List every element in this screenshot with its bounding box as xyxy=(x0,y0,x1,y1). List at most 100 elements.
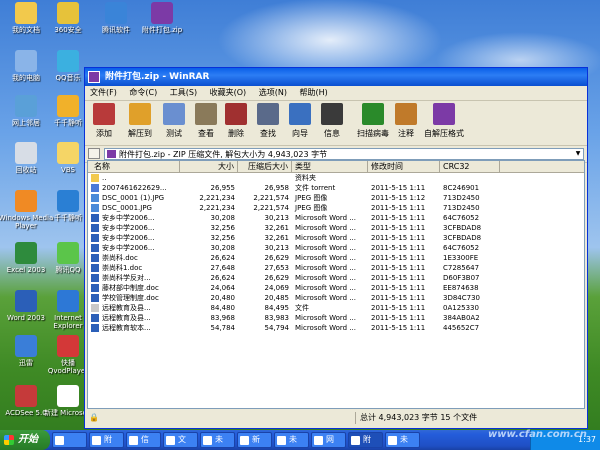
menu-help[interactable]: 帮助(H) xyxy=(295,86,333,100)
taskbar-button[interactable]: 未 xyxy=(274,432,309,448)
status-text: 总计 4,943,023 字节 15 个文件 xyxy=(355,412,477,424)
file-row[interactable]: 崇尚科1.doc 27,648 27,653 Microsoft Word ... 20… xyxy=(88,263,584,273)
taskbar-button[interactable]: 附 xyxy=(348,432,383,448)
column-size[interactable]: 大小 xyxy=(180,161,238,172)
file-type: Microsoft Word ... xyxy=(295,324,356,332)
file-crc: 3CFBDAD8 xyxy=(443,234,482,242)
file-row[interactable]: 2007461622629... 26,955 26,958 文件 torrent 20… xyxy=(88,183,584,193)
file-crc: 3D84C730 xyxy=(443,294,480,302)
file-type: Microsoft Word ... xyxy=(295,294,356,302)
chevron-down-icon[interactable]: ▼ xyxy=(573,149,583,159)
file-packed-size: 26,629 xyxy=(264,254,290,262)
file-size: 83,968 xyxy=(210,314,236,322)
virus-scan-icon xyxy=(362,103,384,125)
file-row[interactable]: 远程教育软本... 54,784 54,794 Microsoft Word ... 2… xyxy=(88,323,584,333)
taskbar-button[interactable]: 未 xyxy=(385,432,420,448)
acdsee-icon xyxy=(15,385,37,407)
test-button[interactable]: 测试 xyxy=(157,103,191,139)
taskbar-button[interactable] xyxy=(52,432,87,448)
virus-scan-button[interactable]: 扫描病毒 xyxy=(353,103,393,139)
delete-button[interactable]: 删除 xyxy=(219,103,253,139)
file-size: 26,955 xyxy=(210,184,236,192)
file-type: Microsoft Word ... xyxy=(295,314,356,322)
file-name: 学校管理制度.doc xyxy=(102,294,159,302)
menu-command[interactable]: 命令(C) xyxy=(124,86,162,100)
file-type: JPEG 图像 xyxy=(295,204,328,212)
comment-button[interactable]: 注释 xyxy=(389,103,423,139)
file-modified: 2011-5-15 1:11 xyxy=(371,214,426,222)
window-icon xyxy=(314,436,323,445)
delete-icon xyxy=(225,103,247,125)
wizard-button[interactable]: 向导 xyxy=(283,103,317,139)
file-size: 30,208 xyxy=(210,244,236,252)
my-documents-icon xyxy=(15,2,37,24)
file-packed-size: 32,261 xyxy=(264,224,290,232)
file-name: 远程教育及县... xyxy=(102,304,151,312)
ttplayer-icon xyxy=(57,190,79,212)
taskbar-button[interactable]: 未 xyxy=(200,432,235,448)
menu-options[interactable]: 选项(N) xyxy=(254,86,292,100)
menu-favorites[interactable]: 收藏夹(O) xyxy=(205,86,252,100)
file-row[interactable]: 安乡中学2006... 32,256 32,261 Microsoft Word ..… xyxy=(88,233,584,243)
file-type: Microsoft Word ... xyxy=(295,284,356,292)
file-row[interactable]: .. 资料夹 xyxy=(88,173,584,183)
column-crc[interactable]: CRC32 xyxy=(440,161,500,172)
windows-logo-icon xyxy=(4,435,14,445)
sfx-icon xyxy=(433,103,455,125)
column-type[interactable]: 类型 xyxy=(292,161,368,172)
word-doc-icon xyxy=(57,385,79,407)
archive-path-field[interactable]: 附件打包.zip - ZIP 压缩文件, 解包大小为 4,943,023 字节 … xyxy=(104,148,584,160)
menu-file[interactable]: 文件(F) xyxy=(85,86,122,100)
file-row[interactable]: 远程教育及县... 83,968 83,983 Microsoft Word ... 2… xyxy=(88,313,584,323)
window-icon xyxy=(92,436,101,445)
file-row[interactable]: 学校管理制度.doc 20,480 20,485 Microsoft Word ...… xyxy=(88,293,584,303)
up-folder-button[interactable] xyxy=(88,148,100,159)
taskbar-button[interactable]: 信 xyxy=(126,432,161,448)
start-button[interactable]: 开始 xyxy=(0,430,50,450)
file-name: 远程教育及县... xyxy=(102,314,151,322)
view-button[interactable]: 查看 xyxy=(189,103,223,139)
file-row[interactable]: 安乡中学2006... 32,256 32,261 Microsoft Word ..… xyxy=(88,223,584,233)
column-modified[interactable]: 修改时间 xyxy=(368,161,440,172)
find-button[interactable]: 查找 xyxy=(251,103,285,139)
extract-button[interactable]: 解压到 xyxy=(123,103,157,139)
file-packed-size: 20,485 xyxy=(264,294,290,302)
column-name[interactable]: 名称 xyxy=(88,161,180,172)
file-name: 安乡中学2006... xyxy=(102,224,155,232)
status-bar: 🔒 总计 4,943,023 字节 15 个文件 xyxy=(87,411,585,425)
desktop-icon-zip[interactable]: 附件打包.zip xyxy=(134,2,190,34)
info-button[interactable]: 信息 xyxy=(315,103,349,139)
file-row[interactable]: 远程教育及县... 84,480 84,495 文件 2011-5-15 1:11 0A1… xyxy=(88,303,584,313)
file-crc xyxy=(440,173,500,183)
file-row[interactable]: 安乡中学2006... 30,208 30,213 Microsoft Word ..… xyxy=(88,213,584,223)
taskbar-button[interactable]: 网 xyxy=(311,432,346,448)
file-row[interactable]: DSC_0001 (1).JPG 2,221,234 2,221,574 JPEG 图… xyxy=(88,193,584,203)
security-icon xyxy=(57,2,79,24)
file-packed-size: 32,261 xyxy=(264,234,290,242)
add-icon xyxy=(93,103,115,125)
file-row[interactable]: 崇尚科学反对... 26,624 26,629 Microsoft Word ... 2… xyxy=(88,273,584,283)
add-button[interactable]: 添加 xyxy=(87,103,121,139)
sfx-button[interactable]: 自解压格式 xyxy=(421,103,467,139)
qq-music-icon xyxy=(57,50,79,72)
taskbar-button[interactable]: 文 xyxy=(163,432,198,448)
taskbar-button[interactable]: 附 xyxy=(89,432,124,448)
file-row[interactable]: 安乡中学2006... 30,208 30,213 Microsoft Word ..… xyxy=(88,243,584,253)
file-type: Microsoft Word ... xyxy=(295,234,356,242)
wizard-icon xyxy=(289,103,311,125)
taskbar-button[interactable]: 新 xyxy=(237,432,272,448)
file-row[interactable]: DSC_0001.JPG 2,221,234 2,221,574 JPEG 图像 201… xyxy=(88,203,584,213)
menu-tools[interactable]: 工具(S) xyxy=(165,86,202,100)
file-modified: 2011-5-15 1:11 xyxy=(371,324,426,332)
file-name: 崇尚科学反对... xyxy=(102,274,151,282)
file-size: 32,256 xyxy=(210,234,236,242)
window-titlebar[interactable]: 附件打包.zip - WinRAR xyxy=(85,68,587,86)
column-packed[interactable]: 压缩后大小 xyxy=(238,161,292,172)
file-packed-size xyxy=(238,173,292,183)
file-row[interactable]: 藤材部中制度.doc 24,064 24,069 Microsoft Word ...… xyxy=(88,283,584,293)
menu-bar: 文件(F) 命令(C) 工具(S) 收藏夹(O) 选项(N) 帮助(H) xyxy=(85,86,587,101)
winrar-window: 附件打包.zip - WinRAR 文件(F) 命令(C) 工具(S) 收藏夹(… xyxy=(84,67,588,429)
file-size: 20,480 xyxy=(210,294,236,302)
file-row[interactable]: 崇尚科.doc 26,624 26,629 Microsoft Word ... 201… xyxy=(88,253,584,263)
file-packed-size: 2,221,574 xyxy=(253,204,289,212)
